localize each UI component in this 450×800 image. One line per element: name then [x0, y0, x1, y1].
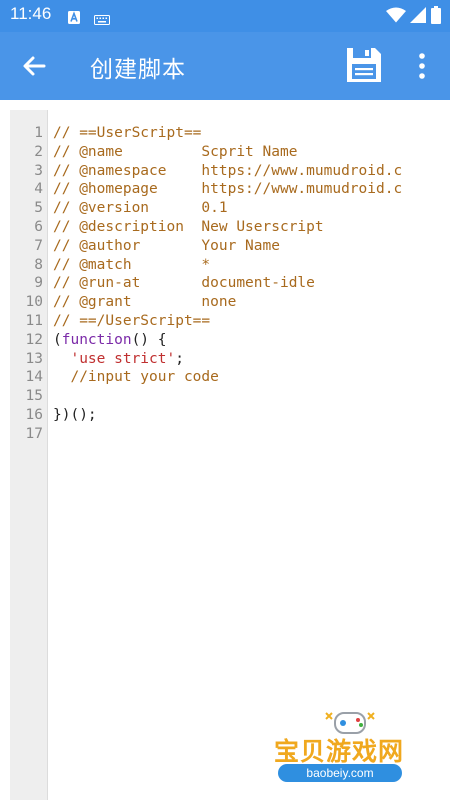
code-token: // @description New Userscript — [53, 219, 324, 235]
line-number: 6 — [34, 219, 43, 235]
code-line[interactable]: // @namespace https://www.mumudroid.c — [53, 162, 402, 181]
line-number: 13 — [25, 350, 43, 367]
code-token: // @match * — [53, 256, 211, 273]
arrow-left-icon — [18, 56, 50, 86]
keyboard-icon — [94, 10, 110, 29]
code-token: // ==UserScript== — [53, 125, 202, 141]
watermark-url: baobeiy.com — [278, 764, 402, 782]
back-button[interactable] — [18, 50, 50, 82]
more-vert-icon — [412, 53, 432, 84]
code-line[interactable]: (function() { — [53, 331, 167, 350]
code-editor[interactable]: 1 2 3 4 5 6 7 8 9 10 11 12 13 14 15 16 17 // ==UserScrip… — [0, 100, 450, 800]
line-number: 4 — [34, 181, 43, 198]
line-number: 8 — [34, 256, 43, 273]
code-line[interactable]: // ==/UserScript== — [53, 312, 210, 331]
code-line[interactable]: // @author Your Name — [53, 237, 280, 256]
line-number: 10 — [25, 294, 43, 311]
code-line[interactable]: // @description New Userscript — [53, 218, 324, 237]
code-line[interactable]: // @homepage https://www.mumudroid.c — [53, 180, 402, 199]
signal-icon — [410, 7, 426, 27]
code-token: // @namespace https://www.mumudroid.c — [53, 162, 403, 179]
code-line[interactable]: // @name Scprit Name — [53, 143, 297, 162]
code-token: // @run-at document-idle — [53, 275, 315, 292]
save-floppy-icon — [344, 48, 384, 89]
code-token: // ==/UserScript== — [53, 313, 211, 329]
app-bar: 创建脚本 — [0, 32, 450, 100]
line-number: 11 — [25, 313, 43, 329]
code-token: ( — [53, 331, 62, 348]
code-token: // @homepage https://www.mumudroid.c — [53, 181, 403, 198]
line-number: 9 — [34, 275, 43, 292]
code-line[interactable]: //input your code — [53, 368, 219, 387]
line-number: 15 — [25, 388, 43, 405]
code-token: ; — [175, 350, 184, 367]
code-token: // @version 0.1 — [53, 200, 228, 217]
code-line[interactable]: })(); — [53, 406, 97, 425]
line-number: 7 — [34, 237, 43, 254]
code-token: //input your code — [53, 369, 219, 386]
line-number: 5 — [34, 200, 43, 217]
line-number: 17 — [25, 425, 43, 442]
status-bar: 11:46 — [0, 0, 450, 32]
wifi-icon — [386, 7, 406, 27]
watermark-title: 宝贝游戏网 — [274, 737, 405, 766]
code-token: function — [61, 331, 132, 348]
code-token: () { — [131, 331, 167, 348]
code-line[interactable]: 'use strict'; — [53, 350, 184, 369]
code-line[interactable]: // @match * — [53, 256, 210, 275]
line-number: 16 — [25, 407, 43, 423]
line-number: 2 — [34, 143, 43, 160]
code-line[interactable]: // ==UserScript== — [53, 124, 201, 143]
line-number: 3 — [34, 162, 43, 179]
code-token: 'use strict' — [70, 350, 176, 367]
code-line[interactable]: // @grant none — [53, 293, 236, 312]
notification-a-icon — [68, 9, 80, 28]
code-line[interactable]: // @run-at document-idle — [53, 274, 315, 293]
page-title: 创建脚本 — [90, 57, 186, 83]
line-number: 1 — [34, 125, 43, 141]
line-number: 14 — [25, 369, 43, 386]
more-options-button[interactable] — [412, 52, 432, 80]
code-token: // @grant none — [53, 294, 237, 311]
code-token: // @author Your Name — [53, 237, 280, 254]
code-line[interactable]: // @version 0.1 — [53, 199, 228, 218]
code-token: })(); — [53, 407, 97, 423]
line-number-gutter: 1 2 3 4 5 6 7 8 9 10 11 12 13 14 15 16 17 — [10, 110, 48, 800]
code-token: // @name Scprit Name — [53, 143, 298, 160]
line-number: 12 — [25, 331, 43, 348]
status-time: 11:46 — [10, 4, 52, 23]
code-area[interactable]: // ==UserScript== // @name Scprit Name // … — [53, 110, 450, 800]
battery-icon — [431, 6, 441, 28]
save-button[interactable] — [344, 45, 384, 85]
watermark-logo: 宝贝游戏网 baobeiy.com — [270, 700, 430, 790]
